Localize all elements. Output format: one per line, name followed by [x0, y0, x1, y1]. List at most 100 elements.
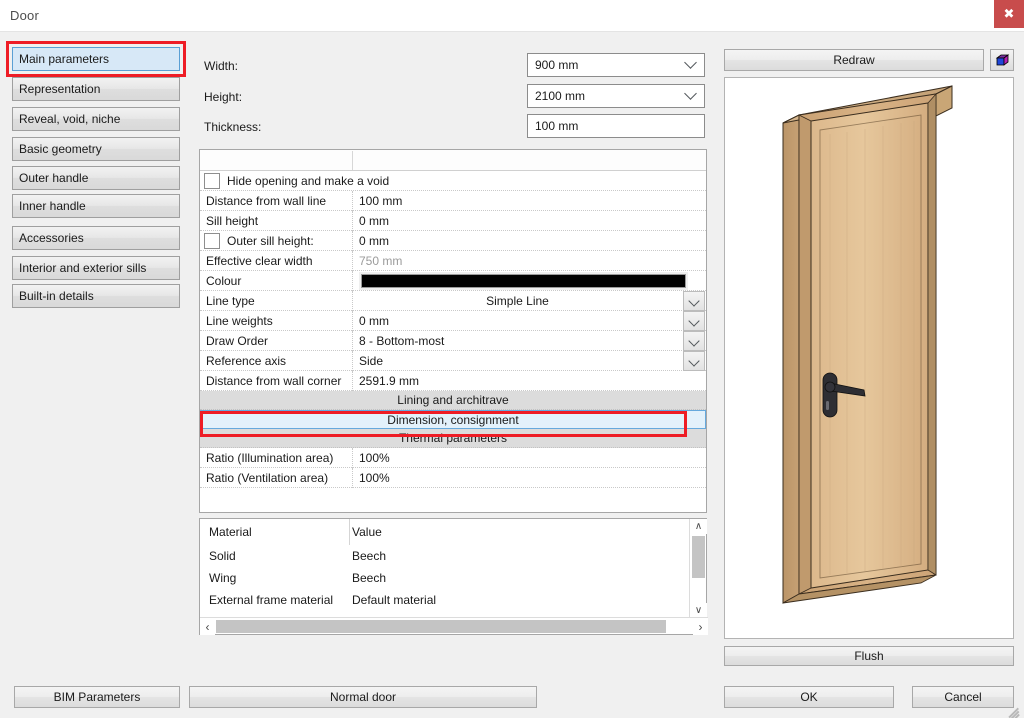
thickness-label: Thickness:: [204, 120, 261, 134]
width-label: Width:: [204, 59, 238, 73]
sidebar-item-built-in-details[interactable]: Built-in details: [12, 284, 180, 308]
row-value[interactable]: 0 mm: [352, 311, 706, 331]
row-label: Ratio (Illumination area): [200, 451, 352, 465]
redraw-button[interactable]: Redraw: [724, 49, 984, 71]
sidebar-item-outer-handle[interactable]: Outer handle: [12, 166, 180, 190]
row-label: Effective clear width: [200, 254, 352, 268]
page-title: Door: [10, 8, 39, 23]
sidebar-item-label: Representation: [19, 82, 100, 96]
scroll-thumb-vertical[interactable]: [692, 536, 705, 578]
scroll-left-icon[interactable]: ‹: [200, 618, 215, 635]
sidebar-item-label: Accessories: [19, 231, 84, 245]
table-row[interactable]: Ratio (Ventilation area) 100%: [200, 468, 706, 488]
sidebar-item-reveal-void-niche[interactable]: Reveal, void, niche: [12, 107, 180, 131]
table-row[interactable]: Sill height 0 mm: [200, 211, 706, 231]
material-value: Beech: [350, 549, 706, 563]
table-row[interactable]: Reference axis Side: [200, 351, 706, 371]
section-thermal-parameters[interactable]: Thermal parameters: [200, 429, 706, 448]
sidebar-item-interior-exterior-sills[interactable]: Interior and exterior sills: [12, 256, 180, 280]
section-lining-and-architrave[interactable]: Lining and architrave: [200, 391, 706, 410]
row-label: Outer sill height:: [220, 234, 314, 248]
hide-opening-label: Hide opening and make a void: [220, 174, 389, 188]
list-item[interactable]: Solid Beech: [200, 545, 706, 567]
sidebar-item-basic-geometry[interactable]: Basic geometry: [12, 137, 180, 161]
colour-swatch[interactable]: [361, 274, 686, 288]
sidebar-item-label: Outer handle: [19, 171, 88, 185]
material-header-row: Material Value: [200, 519, 706, 545]
row-value[interactable]: 100%: [352, 448, 706, 468]
chevron-down-icon[interactable]: [683, 291, 705, 311]
value-column-header: Value: [350, 525, 706, 539]
material-vertical-scrollbar[interactable]: ∧ ∨: [689, 519, 706, 618]
material-horizontal-scrollbar[interactable]: ‹ ›: [200, 617, 708, 634]
door-settings-dialog: Door ✖ Main parameters Representation Re…: [0, 0, 1024, 718]
sidebar-item-label: Basic geometry: [19, 142, 102, 156]
scroll-right-icon[interactable]: ›: [693, 618, 708, 635]
width-input[interactable]: 900 mm: [527, 53, 705, 77]
table-row: Effective clear width 750 mm: [200, 251, 706, 271]
thickness-input[interactable]: 100 mm: [527, 114, 705, 138]
bim-parameters-button[interactable]: BIM Parameters: [14, 686, 180, 708]
row-value[interactable]: 100%: [352, 468, 706, 488]
width-value: 900 mm: [535, 58, 578, 72]
sidebar-item-label: Inner handle: [19, 199, 86, 213]
table-row[interactable]: Distance from wall line 100 mm: [200, 191, 706, 211]
table-row[interactable]: Colour: [200, 271, 706, 291]
3d-cube-icon[interactable]: [990, 49, 1014, 71]
hide-opening-checkbox[interactable]: [204, 173, 220, 189]
row-value-colour[interactable]: [352, 271, 706, 291]
row-label: Distance from wall line: [200, 194, 352, 208]
section-dimension-consignment[interactable]: Dimension, consignment: [200, 410, 706, 429]
table-row[interactable]: Outer sill height: 0 mm: [200, 231, 706, 251]
scroll-down-icon[interactable]: ∨: [690, 603, 707, 618]
height-value: 2100 mm: [535, 89, 585, 103]
table-row[interactable]: Hide opening and make a void: [200, 171, 706, 191]
sidebar-item-inner-handle[interactable]: Inner handle: [12, 194, 180, 218]
chevron-down-icon[interactable]: [683, 331, 705, 351]
cancel-button[interactable]: Cancel: [912, 686, 1014, 708]
table-row[interactable]: Line type Simple Line: [200, 291, 706, 311]
scroll-thumb-horizontal[interactable]: [216, 620, 666, 633]
table-row[interactable]: Line weights 0 mm: [200, 311, 706, 331]
row-value: 750 mm: [352, 251, 706, 271]
chevron-down-icon[interactable]: [686, 58, 698, 72]
outer-sill-checkbox[interactable]: [204, 233, 220, 249]
row-value[interactable]: Side: [352, 351, 706, 371]
chevron-down-icon[interactable]: [683, 311, 705, 331]
row-label-group: Outer sill height:: [200, 233, 352, 249]
table-row[interactable]: Ratio (Illumination area) 100%: [200, 448, 706, 468]
row-label: Draw Order: [200, 334, 352, 348]
row-value[interactable]: 100 mm: [352, 191, 706, 211]
parameter-grid: Hide opening and make a void Distance fr…: [199, 149, 707, 513]
table-row[interactable]: Draw Order 8 - Bottom-most: [200, 331, 706, 351]
row-value[interactable]: Simple Line: [352, 291, 706, 311]
sidebar-item-label: Main parameters: [19, 52, 109, 66]
title-bar: Door ✖: [0, 0, 1024, 32]
scroll-up-icon[interactable]: ∧: [690, 519, 707, 534]
ok-button[interactable]: OK: [724, 686, 894, 708]
normal-door-button[interactable]: Normal door: [189, 686, 537, 708]
height-input[interactable]: 2100 mm: [527, 84, 705, 108]
close-icon[interactable]: ✖: [994, 0, 1024, 28]
row-value[interactable]: 0 mm: [352, 211, 706, 231]
material-column-header: Material: [200, 519, 350, 545]
row-label: Line weights: [200, 314, 352, 328]
table-row[interactable]: Distance from wall corner 2591.9 mm: [200, 371, 706, 391]
row-label: Sill height: [200, 214, 352, 228]
material-name: Wing: [200, 571, 350, 585]
row-value[interactable]: 2591.9 mm: [352, 371, 706, 391]
list-item[interactable]: Wing Beech: [200, 567, 706, 589]
chevron-down-icon[interactable]: [683, 351, 705, 371]
grid-header-row: [200, 150, 706, 171]
flush-button[interactable]: Flush: [724, 646, 1014, 666]
row-value[interactable]: 8 - Bottom-most: [352, 331, 706, 351]
row-value[interactable]: 0 mm: [352, 231, 706, 251]
sidebar-item-representation[interactable]: Representation: [12, 77, 180, 101]
list-item[interactable]: External frame material Default material: [200, 589, 706, 611]
row-label: Line type: [200, 294, 352, 308]
sidebar-item-accessories[interactable]: Accessories: [12, 226, 180, 250]
material-name: Solid: [200, 549, 350, 563]
chevron-down-icon[interactable]: [686, 89, 698, 103]
sidebar-item-main-parameters[interactable]: Main parameters: [12, 47, 180, 71]
door-3d-preview[interactable]: [724, 77, 1014, 639]
